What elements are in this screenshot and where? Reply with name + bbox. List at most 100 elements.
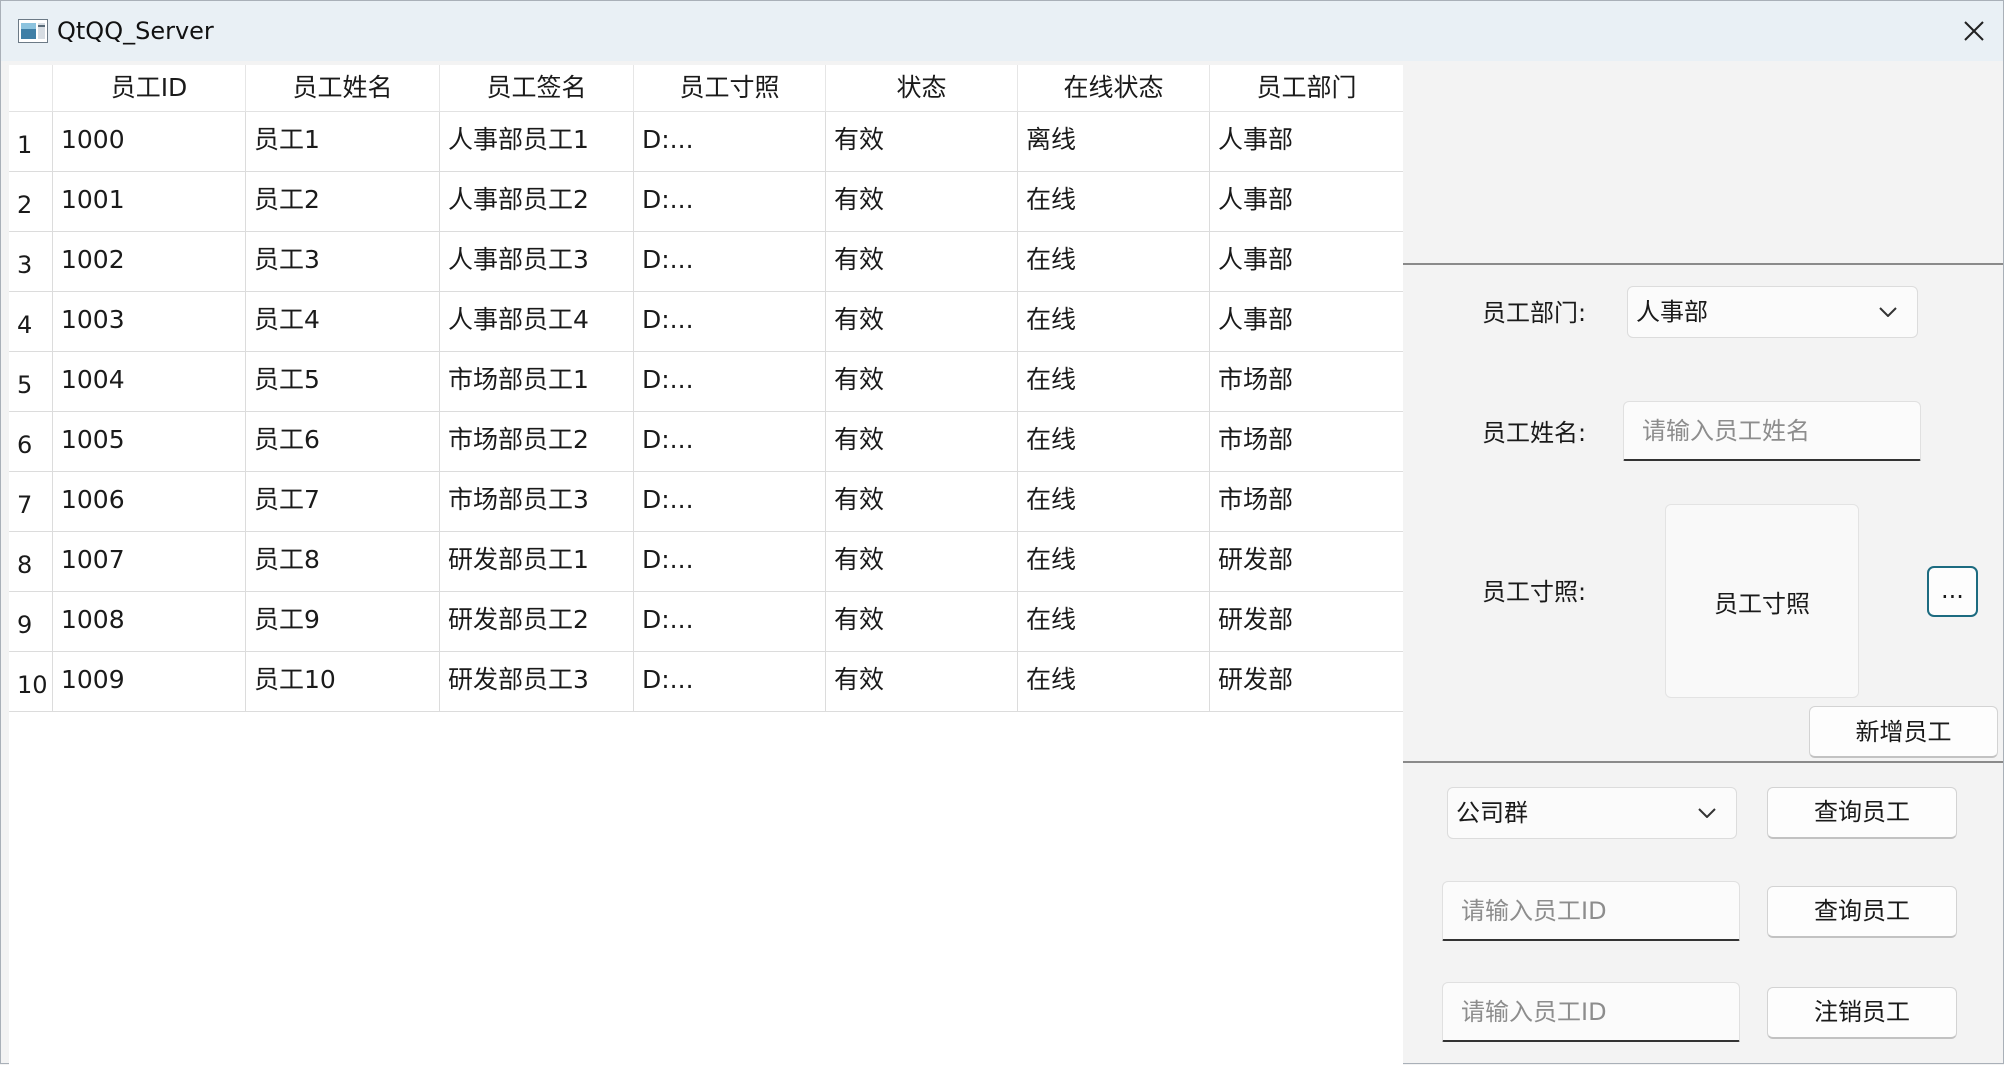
cell-online-status[interactable]: 在线 (1018, 652, 1210, 711)
cell-online-status[interactable]: 在线 (1018, 352, 1210, 411)
cell-employee-id[interactable]: 1001 (53, 172, 246, 231)
close-button[interactable] (1945, 1, 2003, 61)
table-row[interactable]: 3 1002 员工3 人事部员工3 D:... 有效 在线 人事部 (9, 232, 1403, 292)
row-number[interactable]: 2 (9, 172, 53, 231)
cell-employee-id[interactable]: 1007 (53, 532, 246, 591)
cell-employee-id[interactable]: 1000 (53, 112, 246, 171)
cell-employee-photo[interactable]: D:... (634, 232, 826, 291)
cell-department[interactable]: 人事部 (1210, 292, 1403, 351)
cell-status[interactable]: 有效 (826, 532, 1018, 591)
query-employee-id-input[interactable] (1442, 881, 1740, 941)
cell-status[interactable]: 有效 (826, 112, 1018, 171)
cell-employee-id[interactable]: 1005 (53, 412, 246, 471)
cell-employee-signature[interactable]: 人事部员工4 (440, 292, 634, 351)
cell-employee-name[interactable]: 员工2 (246, 172, 440, 231)
cell-department[interactable]: 研发部 (1210, 592, 1403, 651)
cell-employee-id[interactable]: 1004 (53, 352, 246, 411)
table-row[interactable]: 10 1009 员工10 研发部员工3 D:... 有效 在线 研发部 (9, 652, 1403, 712)
cell-employee-name[interactable]: 员工1 (246, 112, 440, 171)
add-employee-button[interactable]: 新增员工 (1809, 706, 1998, 758)
cell-employee-signature[interactable]: 市场部员工3 (440, 472, 634, 531)
cell-department[interactable]: 研发部 (1210, 532, 1403, 591)
cell-online-status[interactable]: 在线 (1018, 172, 1210, 231)
cell-employee-name[interactable]: 员工10 (246, 652, 440, 711)
cell-employee-photo[interactable]: D:... (634, 112, 826, 171)
row-number[interactable]: 9 (9, 592, 53, 651)
cell-status[interactable]: 有效 (826, 292, 1018, 351)
employee-table[interactable]: 员工ID 员工姓名 员工签名 员工寸照 状态 在线状态 员工部门 1 1000 员工… (9, 65, 1403, 1065)
cell-department[interactable]: 人事部 (1210, 232, 1403, 291)
cell-employee-signature[interactable]: 市场部员工2 (440, 412, 634, 471)
table-row[interactable]: 8 1007 员工8 研发部员工1 D:... 有效 在线 研发部 (9, 532, 1403, 592)
cell-online-status[interactable]: 在线 (1018, 292, 1210, 351)
cell-employee-id[interactable]: 1002 (53, 232, 246, 291)
cell-employee-photo[interactable]: D:... (634, 172, 826, 231)
query-by-id-button[interactable]: 查询员工 (1767, 886, 1957, 938)
cell-department[interactable]: 市场部 (1210, 472, 1403, 531)
query-by-group-button[interactable]: 查询员工 (1767, 787, 1957, 839)
cell-employee-photo[interactable]: D:... (634, 472, 826, 531)
cell-department[interactable]: 人事部 (1210, 172, 1403, 231)
cell-employee-signature[interactable]: 人事部员工1 (440, 112, 634, 171)
title-bar[interactable]: QtQQ_Server (1, 1, 2003, 61)
table-row[interactable]: 9 1008 员工9 研发部员工2 D:... 有效 在线 研发部 (9, 592, 1403, 652)
cell-department[interactable]: 市场部 (1210, 352, 1403, 411)
logout-employee-id-input[interactable] (1442, 982, 1740, 1042)
column-header-employee-name[interactable]: 员工姓名 (246, 65, 440, 111)
cell-employee-photo[interactable]: D:... (634, 592, 826, 651)
table-row[interactable]: 7 1006 员工7 市场部员工3 D:... 有效 在线 市场部 (9, 472, 1403, 532)
cell-employee-photo[interactable]: D:... (634, 532, 826, 591)
row-number[interactable]: 3 (9, 232, 53, 291)
column-header-online-status[interactable]: 在线状态 (1018, 65, 1210, 111)
cell-status[interactable]: 有效 (826, 592, 1018, 651)
cell-employee-photo[interactable]: D:... (634, 292, 826, 351)
row-number[interactable]: 6 (9, 412, 53, 471)
cell-status[interactable]: 有效 (826, 652, 1018, 711)
cell-online-status[interactable]: 在线 (1018, 232, 1210, 291)
cell-employee-name[interactable]: 员工4 (246, 292, 440, 351)
cell-online-status[interactable]: 在线 (1018, 532, 1210, 591)
cell-employee-name[interactable]: 员工6 (246, 412, 440, 471)
column-header-status[interactable]: 状态 (826, 65, 1018, 111)
dept-combobox[interactable]: 人事部 (1627, 286, 1918, 338)
cell-status[interactable]: 有效 (826, 412, 1018, 471)
cell-employee-signature[interactable]: 人事部员工2 (440, 172, 634, 231)
table-row[interactable]: 2 1001 员工2 人事部员工2 D:... 有效 在线 人事部 (9, 172, 1403, 232)
cell-status[interactable]: 有效 (826, 352, 1018, 411)
column-header-department[interactable]: 员工部门 (1210, 65, 1403, 111)
cell-employee-name[interactable]: 员工3 (246, 232, 440, 291)
column-header-employee-id[interactable]: 员工ID (53, 65, 246, 111)
cell-employee-name[interactable]: 员工9 (246, 592, 440, 651)
cell-employee-photo[interactable]: D:... (634, 412, 826, 471)
cell-employee-id[interactable]: 1003 (53, 292, 246, 351)
cell-status[interactable]: 有效 (826, 472, 1018, 531)
row-number[interactable]: 10 (9, 652, 53, 711)
table-row[interactable]: 4 1003 员工4 人事部员工4 D:... 有效 在线 人事部 (9, 292, 1403, 352)
cell-employee-id[interactable]: 1009 (53, 652, 246, 711)
corner-cell[interactable] (9, 65, 53, 111)
column-header-employee-signature[interactable]: 员工签名 (440, 65, 634, 111)
cell-employee-photo[interactable]: D:... (634, 352, 826, 411)
browse-photo-button[interactable]: ... (1927, 566, 1978, 617)
employee-name-input[interactable] (1623, 401, 1921, 461)
table-row[interactable]: 1 1000 员工1 人事部员工1 D:... 有效 离线 人事部 (9, 112, 1403, 172)
cell-status[interactable]: 有效 (826, 172, 1018, 231)
group-combobox[interactable]: 公司群 (1447, 787, 1737, 839)
row-number[interactable]: 5 (9, 352, 53, 411)
cell-online-status[interactable]: 在线 (1018, 592, 1210, 651)
cell-employee-name[interactable]: 员工8 (246, 532, 440, 591)
cell-employee-name[interactable]: 员工7 (246, 472, 440, 531)
table-row[interactable]: 6 1005 员工6 市场部员工2 D:... 有效 在线 市场部 (9, 412, 1403, 472)
cell-employee-signature[interactable]: 市场部员工1 (440, 352, 634, 411)
cell-online-status[interactable]: 在线 (1018, 412, 1210, 471)
cell-employee-signature[interactable]: 研发部员工3 (440, 652, 634, 711)
cell-employee-id[interactable]: 1006 (53, 472, 246, 531)
cell-employee-signature[interactable]: 人事部员工3 (440, 232, 634, 291)
cell-department[interactable]: 市场部 (1210, 412, 1403, 471)
cell-employee-id[interactable]: 1008 (53, 592, 246, 651)
cell-department[interactable]: 研发部 (1210, 652, 1403, 711)
cell-employee-signature[interactable]: 研发部员工1 (440, 532, 634, 591)
cell-employee-photo[interactable]: D:... (634, 652, 826, 711)
table-row[interactable]: 5 1004 员工5 市场部员工1 D:... 有效 在线 市场部 (9, 352, 1403, 412)
cell-employee-name[interactable]: 员工5 (246, 352, 440, 411)
